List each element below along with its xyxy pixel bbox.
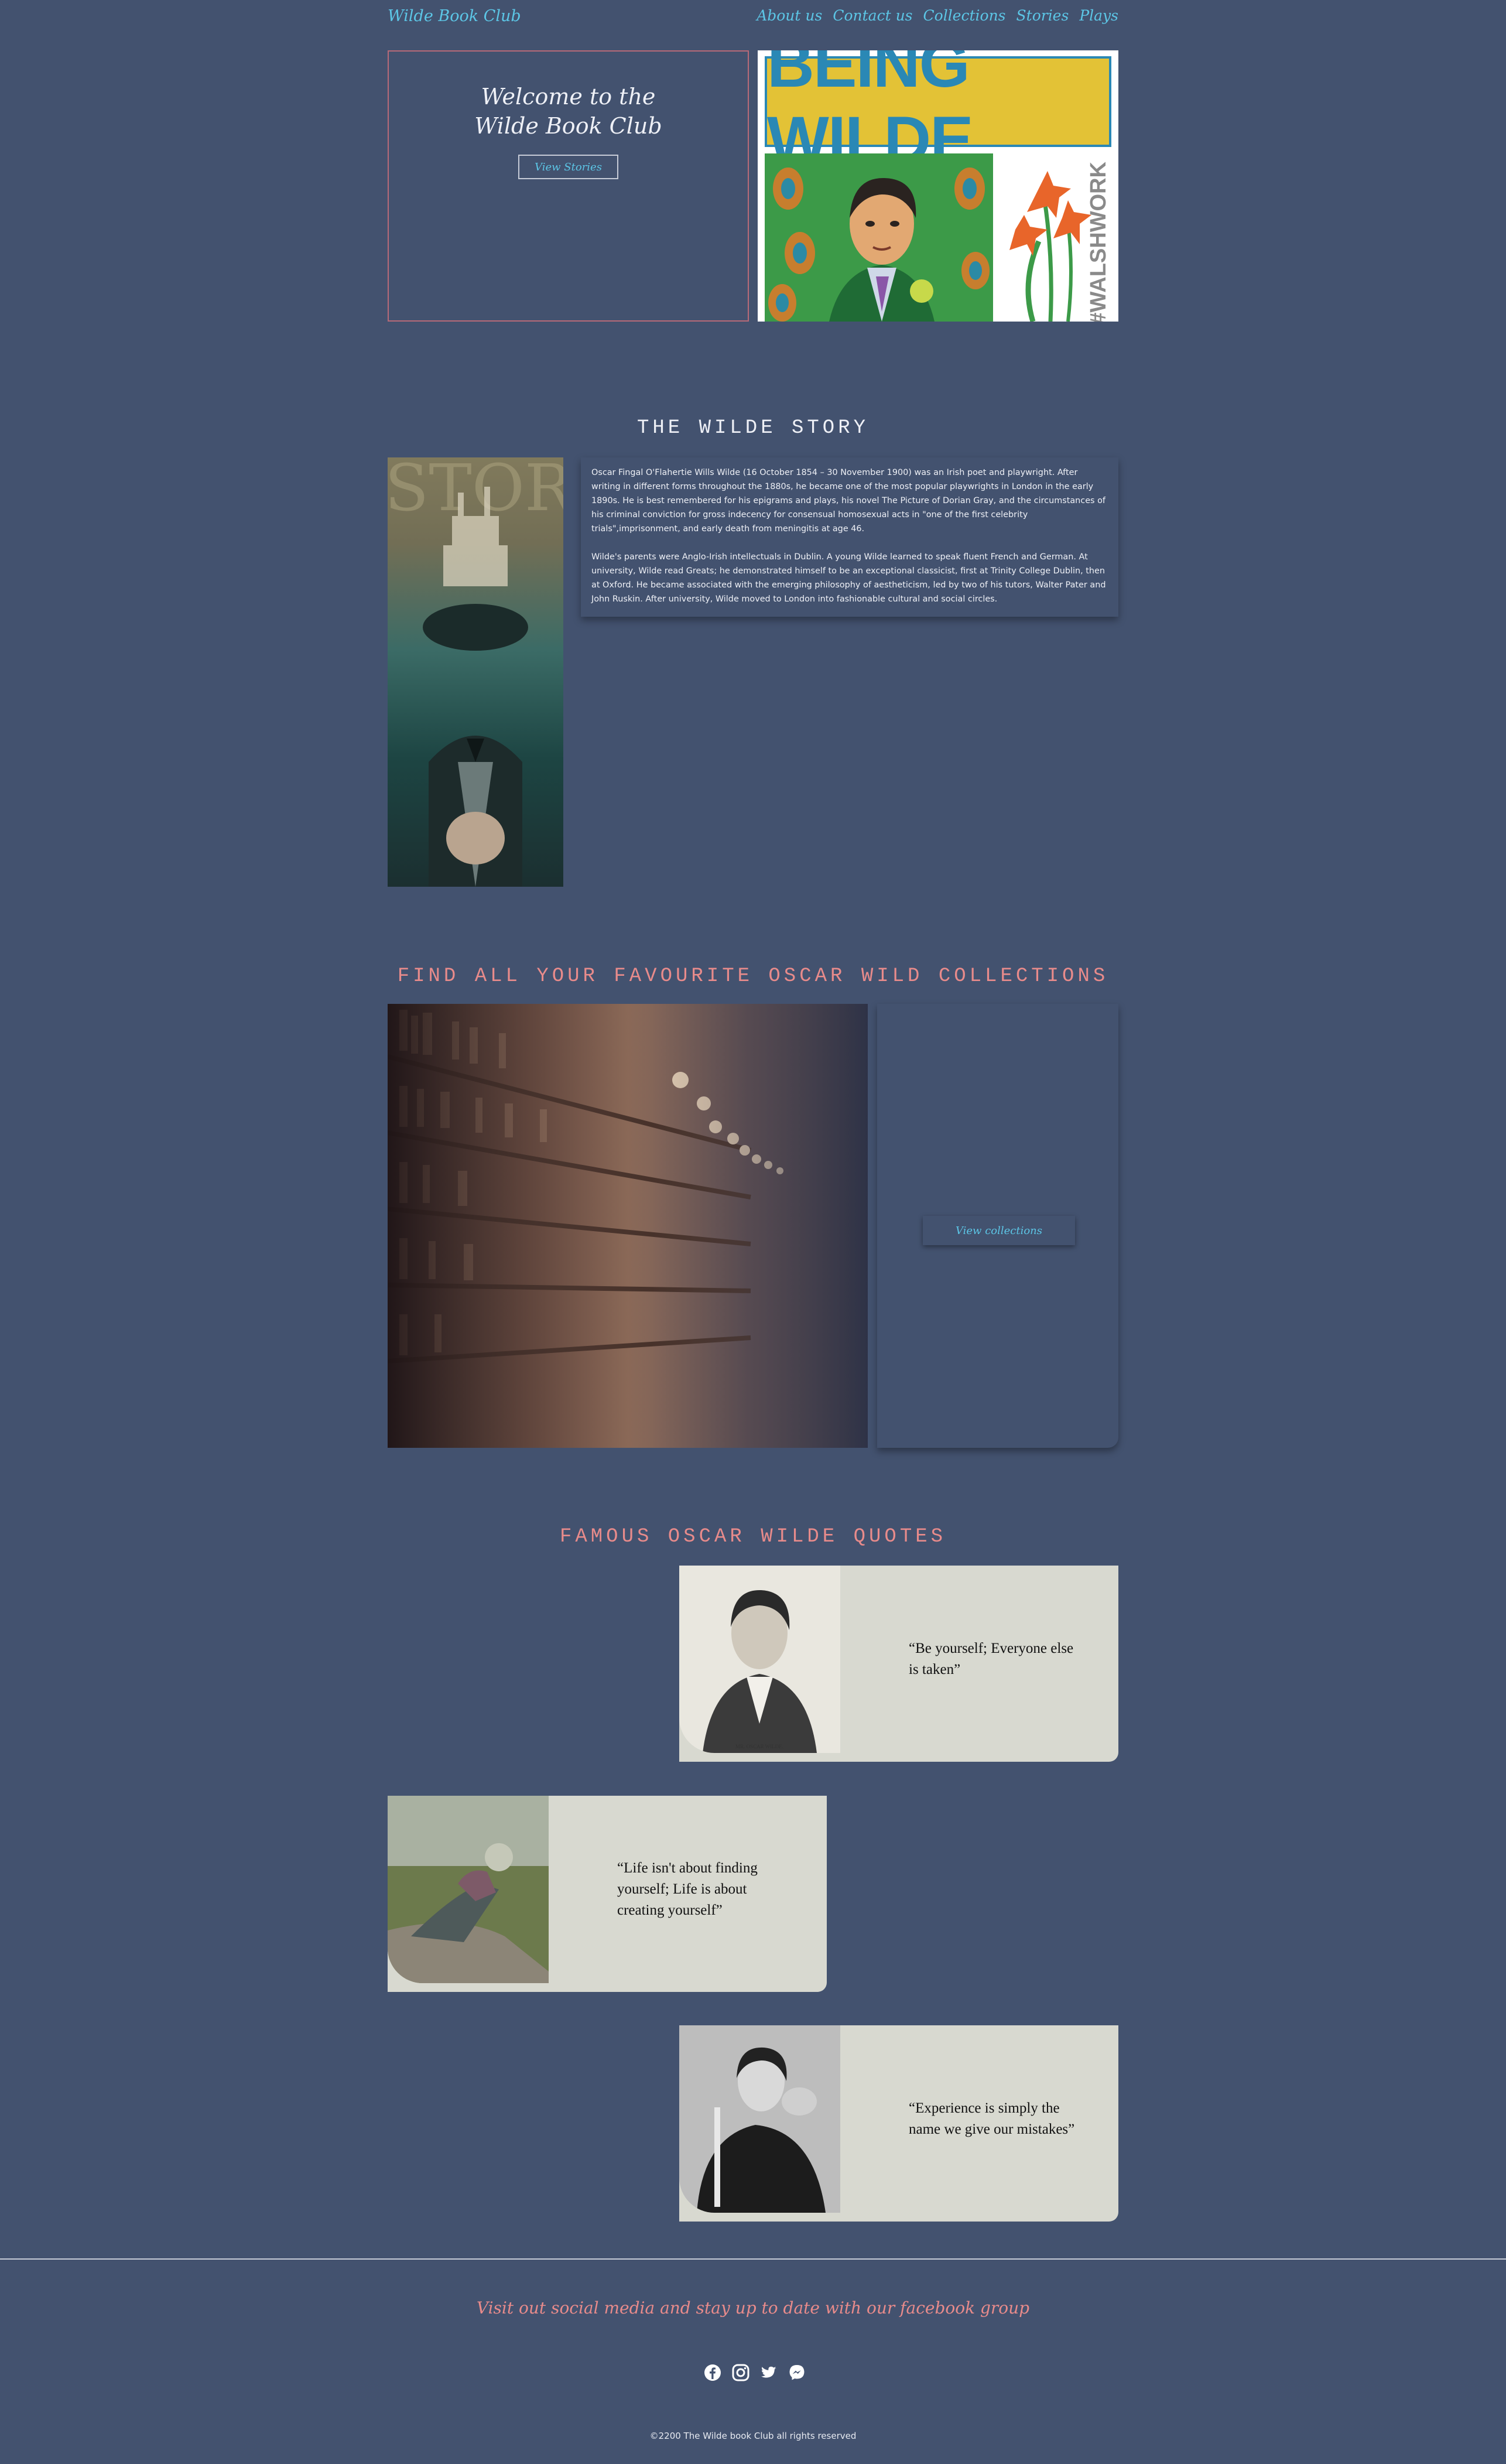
messenger-icon[interactable] [787,2363,807,2383]
engraving-caption: MR. OSCAR WILDE. [735,1744,783,1749]
nav-contact-us[interactable]: Contact us [833,7,912,24]
being-wilde-poster: BEING WILDE #WALSHWORK [758,50,1118,322]
footer-social-message: Visit out social media and stay up to da… [476,2298,1030,2318]
hero-title: Welcome to the Wilde Book Club [389,82,748,141]
twitter-icon[interactable] [759,2363,779,2383]
nav-plays[interactable]: Plays [1079,7,1118,24]
quote-card: MR. OSCAR WILDE. “Be yourself; Everyone … [679,1566,1118,1762]
quote-text: “Life isn't about finding yourself; Life… [617,1860,758,1918]
collections-section-title: Find all your favourite Oscar Wild colle… [397,965,1109,987]
quote-text: “Be yourself; Everyone else is taken” [909,1641,1074,1677]
nav-links: About us Contact us Collections Stories … [757,7,1118,24]
quote-text: “Experience is simply the name we give o… [909,2100,1075,2137]
hero-title-line1: Welcome to the [481,84,656,110]
oscar-wilde-portrait-photo [679,2025,840,2213]
view-stories-button[interactable]: View Stories [518,155,618,179]
top-nav: Wilde Book Club About us Contact us Coll… [388,7,1118,36]
view-collections-button[interactable]: View collections [923,1216,1075,1245]
story-artwork-lettering: STORY [388,457,563,525]
nav-stories[interactable]: Stories [1016,7,1069,24]
collections-card: View collections [877,1004,1118,1448]
hero-welcome-box: Welcome to the Wilde Book Club View Stor… [388,50,749,322]
story-paragraph-2: Wilde's parents were Anglo-Irish intelle… [591,552,1106,604]
story-paragraph-1: Oscar Fingal O'Flahertie Wills Wilde (16… [591,468,1106,534]
quote-card: “Experience is simply the name we give o… [679,2025,1118,2222]
story-section-title: The Wilde Story [636,417,870,439]
quote-card: “Life isn't about finding yourself; Life… [388,1796,827,1992]
oscar-wilde-statue-image [388,1796,549,1983]
story-text-card: Oscar Fingal O'Flahertie Wills Wilde (16… [581,457,1118,617]
nav-about-us[interactable]: About us [757,7,822,24]
instagram-icon[interactable] [731,2363,751,2383]
poster-title-banner: BEING WILDE [765,50,1111,176]
hero-title-line2: Wilde Book Club [474,113,662,139]
copyright-text: ©2200 The Wilde book Club all rights res… [649,2431,857,2441]
facebook-icon[interactable] [703,2363,723,2383]
story-artwork-image: STORY [388,457,563,887]
quotes-section-title: Famous Oscar Wilde Quotes [559,1526,947,1548]
poster-portrait-illustration [765,153,993,322]
footer-divider [0,2258,1506,2260]
social-icons [703,2363,807,2383]
poster-hashtag: #WALSHWORK [1086,162,1111,322]
nav-collections[interactable]: Collections [923,7,1006,24]
brand-link[interactable]: Wilde Book Club [388,7,521,25]
oscar-wilde-engraving-image: MR. OSCAR WILDE. [679,1566,840,1753]
library-shelves-image [388,1004,868,1448]
